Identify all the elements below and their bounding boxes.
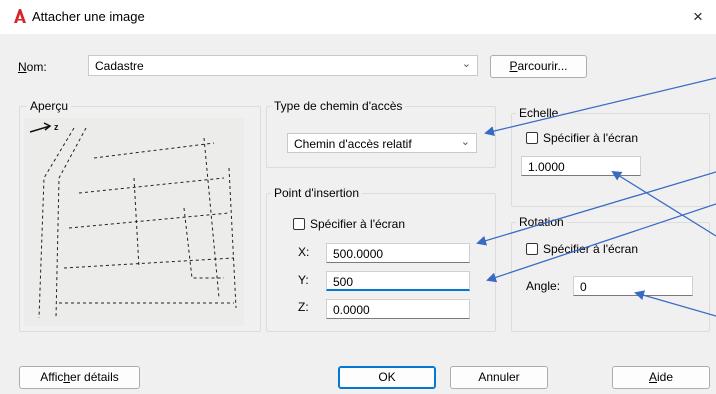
autocad-a-icon bbox=[14, 9, 26, 23]
rotation-title: Rotation bbox=[516, 215, 567, 229]
close-icon[interactable]: × bbox=[686, 6, 710, 28]
path-type-title: Type de chemin d'accès bbox=[271, 99, 406, 113]
z-label: Z: bbox=[298, 300, 309, 314]
preview-title: Aperçu bbox=[27, 99, 72, 113]
z-input[interactable]: 0.0000 bbox=[326, 299, 470, 319]
browse-button[interactable]: Parcourir... bbox=[490, 55, 587, 78]
y-value: 500 bbox=[333, 275, 354, 289]
y-label: Y: bbox=[298, 273, 309, 287]
rotation-specify-label: Spécifier à l'écran bbox=[543, 242, 639, 256]
svg-text:z: z bbox=[54, 122, 59, 132]
window-title: Attacher une image bbox=[32, 9, 145, 24]
angle-label: Angle: bbox=[526, 279, 561, 293]
name-label: Nom: bbox=[18, 60, 47, 74]
preview-image: z bbox=[24, 118, 244, 326]
x-input[interactable]: 500.0000 bbox=[326, 243, 470, 263]
path-type-select[interactable]: Chemin d'accès relatif ⌄ bbox=[287, 133, 477, 153]
path-type-value: Chemin d'accès relatif bbox=[294, 137, 412, 151]
z-value: 0.0000 bbox=[333, 303, 370, 317]
attach-image-dialog: Attacher une image × Nom: Cadastre ⌄ Par… bbox=[0, 0, 716, 394]
angle-value: 0 bbox=[580, 280, 587, 294]
scale-specify-checkbox[interactable] bbox=[526, 132, 538, 144]
chevron-down-icon: ⌄ bbox=[461, 58, 471, 70]
x-label: X: bbox=[298, 245, 310, 259]
name-value: Cadastre bbox=[95, 59, 144, 73]
ok-button[interactable]: OK bbox=[338, 366, 436, 389]
name-label-rest: om: bbox=[26, 60, 47, 74]
name-combobox[interactable]: Cadastre ⌄ bbox=[88, 55, 478, 76]
scale-specify-label: Spécifier à l'écran bbox=[543, 131, 639, 145]
scale-title: Echelle bbox=[516, 106, 562, 120]
help-button[interactable]: Aide bbox=[612, 366, 710, 389]
x-value: 500.0000 bbox=[333, 247, 384, 261]
details-part2: er détails bbox=[70, 370, 119, 384]
help-label-rest: ide bbox=[657, 370, 674, 384]
scale-value: 1.0000 bbox=[528, 160, 565, 174]
browse-label-rest: arcourir... bbox=[517, 59, 568, 73]
cancel-button[interactable]: Annuler bbox=[450, 366, 548, 389]
show-details-button[interactable]: Afficher détails bbox=[19, 366, 140, 389]
y-input[interactable]: 500 bbox=[326, 271, 470, 291]
rotation-specify-checkbox[interactable] bbox=[526, 243, 538, 255]
insertion-specify-checkbox[interactable] bbox=[293, 218, 305, 230]
details-part1: Affic bbox=[40, 370, 64, 384]
insertion-title: Point d'insertion bbox=[271, 186, 363, 200]
angle-input[interactable]: 0 bbox=[573, 276, 693, 296]
chevron-down-icon: ⌄ bbox=[460, 136, 470, 148]
scale-input[interactable]: 1.0000 bbox=[521, 156, 641, 176]
title-bar: Attacher une image × bbox=[0, 0, 716, 34]
insertion-specify-label: Spécifier à l'écran bbox=[310, 217, 406, 231]
